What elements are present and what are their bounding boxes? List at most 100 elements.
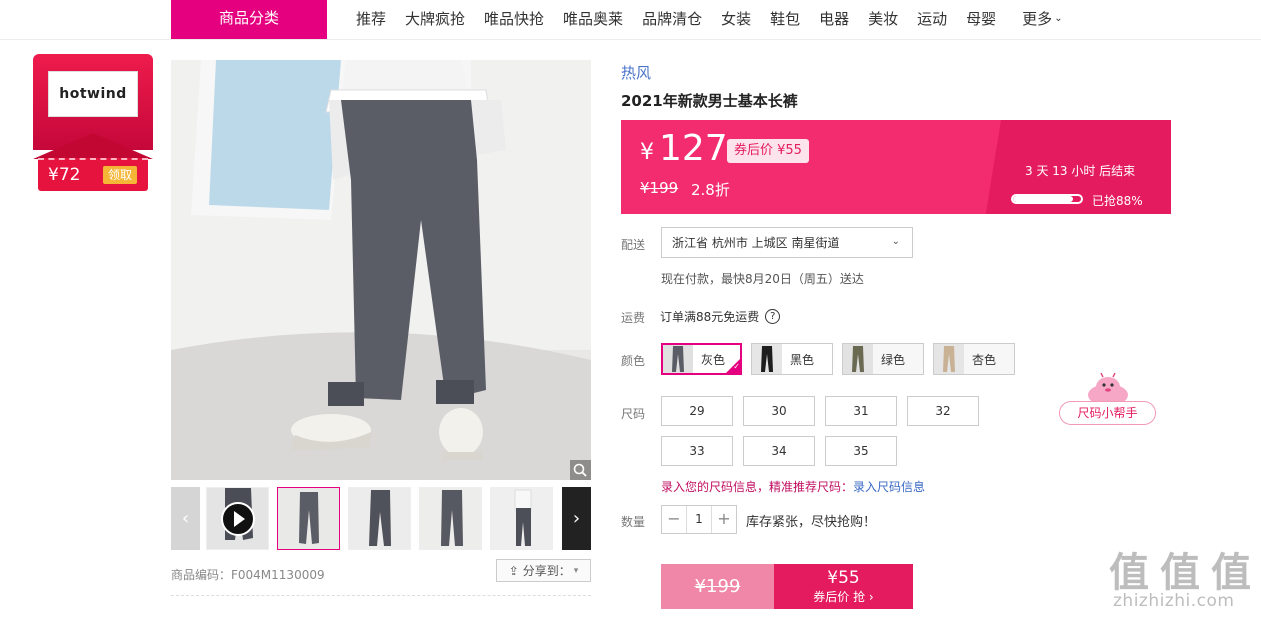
color-option-label: 绿色 [881, 352, 906, 367]
color-option-gray[interactable]: 灰色 ✓ [661, 343, 742, 375]
watermark-char: 值 [1160, 550, 1200, 596]
discount: 2.8折 [691, 181, 730, 199]
coupon-get-button[interactable]: 领取 [103, 166, 137, 184]
brand-coupon[interactable]: hotwind ¥72 领取 [33, 54, 153, 192]
chevron-down-icon: ⌄ [1054, 12, 1063, 24]
original-price: ¥199 [640, 179, 679, 197]
thumbnail[interactable] [490, 487, 553, 550]
quantity-plus-button[interactable]: + [712, 506, 736, 533]
nav-item[interactable]: 唯品奥莱 [563, 8, 623, 29]
shipping-info: 订单满88元免运费 ? [660, 308, 781, 325]
product-photo [171, 60, 591, 480]
color-swatch [752, 344, 782, 374]
quantity-input[interactable]: 1 [686, 506, 712, 533]
color-option-green[interactable]: 绿色 [842, 343, 924, 375]
address-select[interactable]: 浙江省 杭州市 上城区 南星街道 ⌄ [661, 227, 913, 258]
category-menu-button[interactable]: 商品分类 [171, 0, 327, 39]
quantity-minus-button[interactable]: − [662, 506, 686, 533]
thumb-prev-button[interactable]: ‹ [171, 487, 200, 550]
thumb-next-button[interactable]: › [562, 487, 591, 550]
nav-item[interactable]: 品牌清仓 [642, 8, 702, 29]
product-title: 2021年新款男士基本长裤 [621, 92, 798, 110]
nav-item[interactable]: 美妆 [868, 8, 898, 29]
nav-list: 推荐 大牌疯抢 唯品快抢 唯品奥莱 品牌清仓 女装 鞋包 电器 美妆 运动 母婴… [356, 0, 1082, 36]
color-option-label: 灰色 [701, 352, 726, 367]
quantity-stepper: − 1 + [661, 505, 737, 534]
size-option[interactable]: 29 [661, 396, 733, 426]
size-helper[interactable]: 尺码小帮手 [1059, 373, 1156, 425]
address-value: 浙江省 杭州市 上城区 南星街道 [672, 236, 840, 250]
share-button[interactable]: ⇪ 分享到： ▾ [496, 559, 591, 582]
product-main-image[interactable] [171, 60, 591, 480]
size-option[interactable]: 31 [825, 396, 897, 426]
size-helper-label: 尺码小帮手 [1059, 401, 1156, 425]
share-label: 分享到： [522, 564, 571, 578]
coupon-fold [33, 133, 153, 159]
thumbnail[interactable] [419, 487, 482, 550]
color-option-black[interactable]: 黑色 [751, 343, 833, 375]
color-option-label: 杏色 [972, 352, 997, 367]
help-icon[interactable]: ? [765, 309, 781, 324]
nav-more-button[interactable]: 更多 ⌄ [1022, 8, 1062, 29]
color-swatch [663, 345, 693, 373]
brand-logo: hotwind [48, 71, 138, 117]
selected-check-icon: ✓ [725, 358, 740, 373]
buy-label: 券后价 抢 › [813, 590, 874, 604]
size-option[interactable]: 32 [907, 396, 979, 426]
currency-symbol: ¥ [640, 140, 654, 165]
nav-item[interactable]: 推荐 [356, 8, 386, 29]
price-panel: ¥ 127 券后价 ¥55 ¥199 2.8折 3 天 13 小时 后结束 已抢… [621, 120, 1171, 214]
chevron-down-icon: ⌄ [891, 236, 900, 247]
color-option-label: 黑色 [790, 352, 815, 367]
delivery-eta: 现在付款，最快8月20日（周五）送达 [661, 272, 864, 286]
buy-original-price[interactable]: ¥199 [661, 564, 774, 609]
quantity-label: 数量 [621, 515, 646, 529]
size-option[interactable]: 35 [825, 436, 897, 466]
watermark-char: 值 [1109, 550, 1149, 596]
sold-progress-bar [1011, 194, 1083, 204]
nav-item[interactable]: 鞋包 [770, 8, 800, 29]
brand-link[interactable]: 热风 [621, 62, 651, 83]
nav-item[interactable]: 母婴 [966, 8, 996, 29]
coupon-amount: ¥72 [48, 165, 81, 185]
sale-price: 127 [659, 128, 728, 169]
thumbnail[interactable] [277, 487, 340, 550]
sku-code: 商品编码：F004M1130009 [171, 568, 325, 582]
color-option-apricot[interactable]: 杏色 [933, 343, 1015, 375]
delivery-label: 配送 [621, 238, 646, 252]
coupon-bottom: ¥72 领取 [38, 158, 148, 191]
color-label: 颜色 [621, 354, 646, 368]
size-option[interactable]: 34 [743, 436, 815, 466]
stock-note: 库存紧张，尽快抢购！ [746, 515, 877, 530]
thumbnail[interactable] [348, 487, 411, 550]
nav-item[interactable]: 电器 [819, 8, 849, 29]
nav-item[interactable]: 唯品快抢 [484, 8, 544, 29]
size-option[interactable]: 30 [743, 396, 815, 426]
sold-label: 已抢88% [1092, 194, 1143, 208]
coupon-price-tag: 券后价 ¥55 [727, 139, 809, 163]
watermark-url: zhizhizhi.com [1113, 591, 1235, 611]
shipping-label: 运费 [621, 311, 646, 325]
nav-item[interactable]: 大牌疯抢 [405, 8, 465, 29]
watermark-char: 值 [1211, 550, 1251, 596]
chevron-down-icon: ▾ [573, 565, 579, 576]
thumbnail-video[interactable] [206, 487, 269, 550]
buy-with-coupon-button[interactable]: ¥55 券后价 抢 › [774, 564, 913, 609]
size-tip-link[interactable]: 录入尺码信息 [853, 480, 925, 494]
share-icon: ⇪ [508, 563, 519, 578]
size-tip: 录入您的尺码信息，精准推荐尺码：录入尺码信息 [661, 478, 925, 495]
zoom-icon[interactable] [570, 460, 591, 480]
nav-item[interactable]: 运动 [917, 8, 947, 29]
color-swatch [843, 344, 873, 374]
sold-progress-fill [1013, 196, 1073, 202]
size-tip-text: 录入您的尺码信息，精准推荐尺码： [661, 480, 854, 494]
nav-item[interactable]: 女装 [721, 8, 751, 29]
color-swatch [934, 344, 964, 374]
nav-more-label: 更多 [1022, 9, 1053, 28]
buy-price: ¥55 [827, 568, 860, 588]
size-option[interactable]: 33 [661, 436, 733, 466]
watermark: 值 值 值 zhizhizhi.com [1109, 540, 1259, 622]
size-label: 尺码 [621, 407, 646, 421]
divider [171, 595, 591, 596]
shipping-text: 订单满88元免运费 [660, 310, 760, 324]
